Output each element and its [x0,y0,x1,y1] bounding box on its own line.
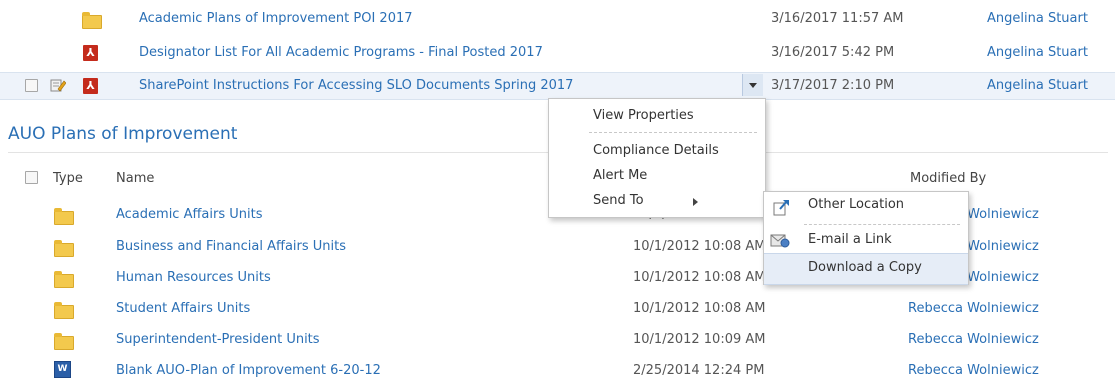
row-checkbox[interactable] [25,79,38,92]
document-name-link[interactable]: Designator List For All Academic Program… [139,45,543,61]
menu-item-send-to[interactable]: Send To [593,193,644,208]
item-menu-dropdown-button[interactable] [742,74,763,96]
column-header-modified-by[interactable]: Modified By [910,171,986,187]
modified-date: 3/17/2017 2:10 PM [771,78,895,93]
select-all-checkbox[interactable] [25,171,38,184]
folder-name-link[interactable]: Student Affairs Units [116,301,250,317]
modified-date: 10/1/2012 10:09 AM [633,332,766,347]
folder-icon [54,333,74,350]
modified-by-link[interactable]: Angelina Stuart [987,11,1088,27]
list-item[interactable]: W Blank AUO-Plan of Improvement 6-20-12 … [0,358,1115,384]
folder-name-link[interactable]: Human Resources Units [116,270,271,286]
modified-by-link[interactable]: Rebecca Wolniewicz [908,363,1039,379]
menu-item-alert-me[interactable]: Alert Me [593,168,647,183]
modified-date: 2/25/2014 12:24 PM [633,363,765,378]
list-item[interactable]: Academic Plans of Improvement POI 2017 3… [0,6,1115,32]
folder-icon [54,302,74,319]
modified-date: 3/16/2017 11:57 AM [771,11,904,26]
list-item-selected[interactable]: ⅄ SharePoint Instructions For Accessing … [0,72,1115,100]
folder-icon [54,208,74,225]
folder-icon [54,271,74,288]
submenu-item-email-link[interactable]: E-mail a Link [808,232,892,247]
modified-date: 10/1/2012 10:08 AM [633,301,766,316]
folder-name-link[interactable]: Business and Financial Affairs Units [116,239,346,255]
modified-by-link[interactable]: Angelina Stuart [987,78,1088,94]
folder-icon [54,240,74,257]
modified-by-link[interactable]: Angelina Stuart [987,45,1088,61]
list-item[interactable]: Student Affairs Units 10/1/2012 10:08 AM… [0,296,1115,322]
folder-name-link[interactable]: Academic Affairs Units [116,207,263,223]
folder-icon [82,12,102,29]
send-to-submenu: Other Location E-mail a Link Download a … [763,191,969,285]
column-header-type[interactable]: Type [53,171,83,187]
section-title[interactable]: AUO Plans of Improvement [8,124,237,144]
modified-date: 3/16/2017 5:42 PM [771,45,895,60]
submenu-item-download-copy[interactable]: Download a Copy [764,253,968,285]
menu-separator [589,132,757,133]
edit-document-icon[interactable] [50,78,66,92]
menu-separator [804,224,960,225]
submenu-arrow-icon [693,198,698,206]
menu-item-view-properties[interactable]: View Properties [593,108,694,123]
modified-by-link[interactable]: Rebecca Wolniewicz [908,332,1039,348]
column-header-name[interactable]: Name [116,171,154,187]
submenu-item-download-copy-label: Download a Copy [808,260,922,275]
word-icon: W [54,361,71,378]
document-name-link[interactable]: SharePoint Instructions For Accessing SL… [139,78,573,94]
submenu-item-other-location[interactable]: Other Location [808,197,904,212]
list-item[interactable]: Superintendent-President Units 10/1/2012… [0,327,1115,353]
email-link-icon [770,234,790,248]
modified-by-link[interactable]: Rebecca Wolniewicz [908,301,1039,317]
modified-date: 10/1/2012 10:08 AM [633,239,766,254]
menu-item-compliance-details[interactable]: Compliance Details [593,143,719,158]
folder-name-link[interactable]: Superintendent-President Units [116,332,320,348]
send-to-location-icon [773,200,789,216]
pdf-icon: ⅄ [83,45,98,61]
list-item[interactable]: ⅄ Designator List For All Academic Progr… [0,40,1115,66]
item-context-menu: View Properties Compliance Details Alert… [548,98,766,218]
document-name-link[interactable]: Academic Plans of Improvement POI 2017 [139,11,413,27]
pdf-icon: ⅄ [83,78,98,94]
document-name-link[interactable]: Blank AUO-Plan of Improvement 6-20-12 [116,363,381,379]
modified-date: 10/1/2012 10:08 AM [633,270,766,285]
